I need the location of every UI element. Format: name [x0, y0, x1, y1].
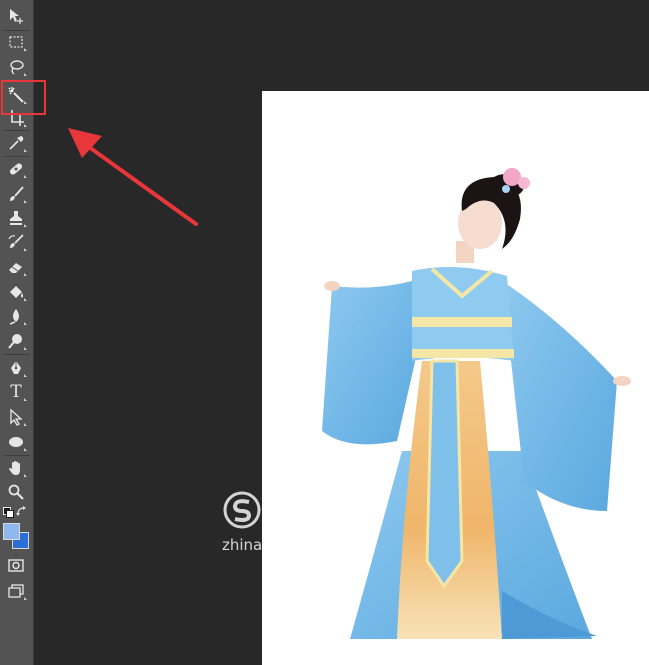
zoom-tool-icon	[8, 484, 24, 500]
foreground-color-swatch[interactable]	[3, 523, 20, 540]
path-selection-tool[interactable]	[3, 406, 29, 428]
watermark-title: 搜狗指南	[266, 498, 375, 528]
eyedropper-tool[interactable]	[3, 132, 29, 154]
swap-colors-icon[interactable]	[16, 505, 28, 517]
quick-mask-icon	[8, 559, 24, 572]
hand-tool[interactable]	[3, 457, 29, 479]
history-brush-tool-icon	[8, 234, 24, 248]
clone-stamp-tool-icon	[10, 211, 22, 225]
default-colors-icon[interactable]	[3, 507, 14, 518]
healing-brush-tool-icon	[9, 163, 23, 175]
marquee-tool[interactable]	[3, 31, 29, 53]
path-selection-tool-icon	[10, 408, 23, 426]
blur-tool-icon	[9, 309, 19, 325]
type-tool-icon: T	[10, 382, 22, 402]
woman-in-hanfu-photo	[322, 168, 631, 639]
pen-tool-icon	[11, 361, 21, 374]
hand-tool-icon	[9, 461, 20, 475]
eraser-tool[interactable]	[3, 256, 29, 278]
annotation-arrow	[68, 128, 198, 226]
screen-mode-icon	[8, 584, 24, 598]
move-tool[interactable]	[3, 5, 29, 27]
ellipse-tool[interactable]	[3, 431, 29, 453]
sogou-logo-icon	[223, 491, 261, 529]
paint-bucket-tool[interactable]	[3, 281, 29, 303]
quick-mask-button[interactable]	[3, 554, 29, 576]
pen-tool[interactable]	[3, 357, 29, 379]
blur-tool[interactable]	[3, 305, 29, 327]
healing-brush-tool[interactable]	[3, 158, 29, 180]
marquee-tool-icon	[9, 36, 23, 48]
type-tool[interactable]: T	[3, 381, 29, 403]
watermark-url: zhinan.sogou.com	[222, 536, 359, 554]
ellipse-tool-icon	[9, 437, 23, 447]
zoom-tool[interactable]	[3, 481, 29, 503]
screen-mode-button[interactable]	[3, 580, 29, 602]
document-canvas[interactable]	[262, 91, 649, 665]
sogou-watermark: 搜狗指南 zhinan.sogou.com	[214, 486, 384, 558]
eraser-tool-icon	[9, 263, 22, 273]
tool-highlight-box	[1, 80, 46, 115]
brush-tool-icon	[10, 186, 24, 201]
eyedropper-tool-icon	[9, 136, 24, 150]
clone-stamp-tool[interactable]	[3, 207, 29, 229]
lasso-tool-icon	[10, 60, 24, 75]
brush-tool[interactable]	[3, 183, 29, 205]
dodge-tool[interactable]	[3, 330, 29, 352]
dodge-tool-icon	[8, 334, 22, 349]
lasso-tool[interactable]	[3, 56, 29, 78]
move-tool-icon	[10, 9, 23, 24]
history-brush-tool[interactable]	[3, 231, 29, 253]
paint-bucket-tool-icon	[10, 286, 23, 298]
